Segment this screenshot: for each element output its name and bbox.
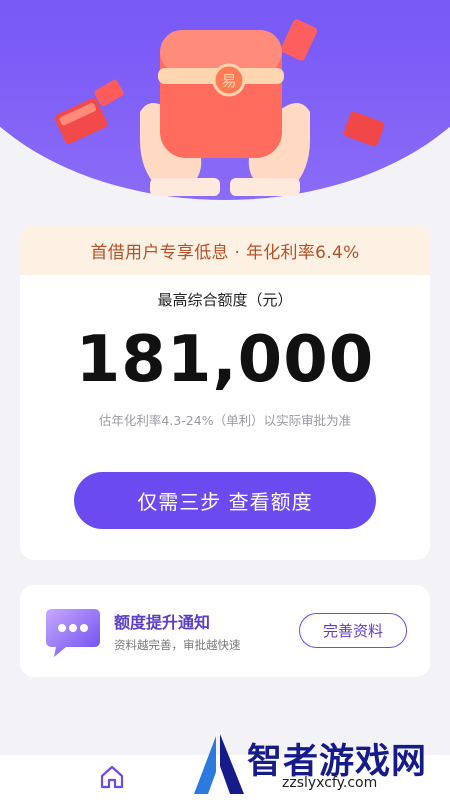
hero-banner: 易	[0, 0, 450, 200]
red-envelope-illustration: 易	[54, 19, 385, 196]
envelope-seal: 易	[221, 72, 236, 90]
chat-bubble-icon	[46, 609, 100, 657]
floating-envelope-top-right	[280, 19, 318, 61]
home-icon[interactable]	[98, 763, 126, 791]
limit-increase-notice: 额度提升通知 资料越完善，审批越快速 完善资料	[20, 585, 430, 677]
floating-envelope-right	[343, 111, 385, 147]
watermark-url: zzslyxcfy.com	[282, 775, 378, 791]
notice-subtitle: 资料越完善，审批越快速	[114, 638, 241, 652]
red-envelope-icon: 易	[158, 30, 284, 158]
notice-title: 额度提升通知	[114, 613, 211, 632]
complete-info-button[interactable]: 完善资料	[299, 613, 407, 648]
promo-banner: 首借用户专享低息 · 年化利率6.4%	[20, 225, 430, 275]
credit-card-panel: 首借用户专享低息 · 年化利率6.4% 最高综合额度（元） 181,000 估年…	[20, 225, 430, 560]
check-limit-button[interactable]: 仅需三步 查看额度	[74, 472, 376, 529]
watermark-logo-icon	[194, 734, 244, 794]
credit-amount: 181,000	[75, 323, 375, 397]
amount-label: 最高综合额度（元）	[157, 291, 293, 309]
floating-envelope-left	[54, 98, 108, 144]
rate-note: 估年化利率4.3-24%（单利）以实际审批为准	[98, 413, 352, 428]
